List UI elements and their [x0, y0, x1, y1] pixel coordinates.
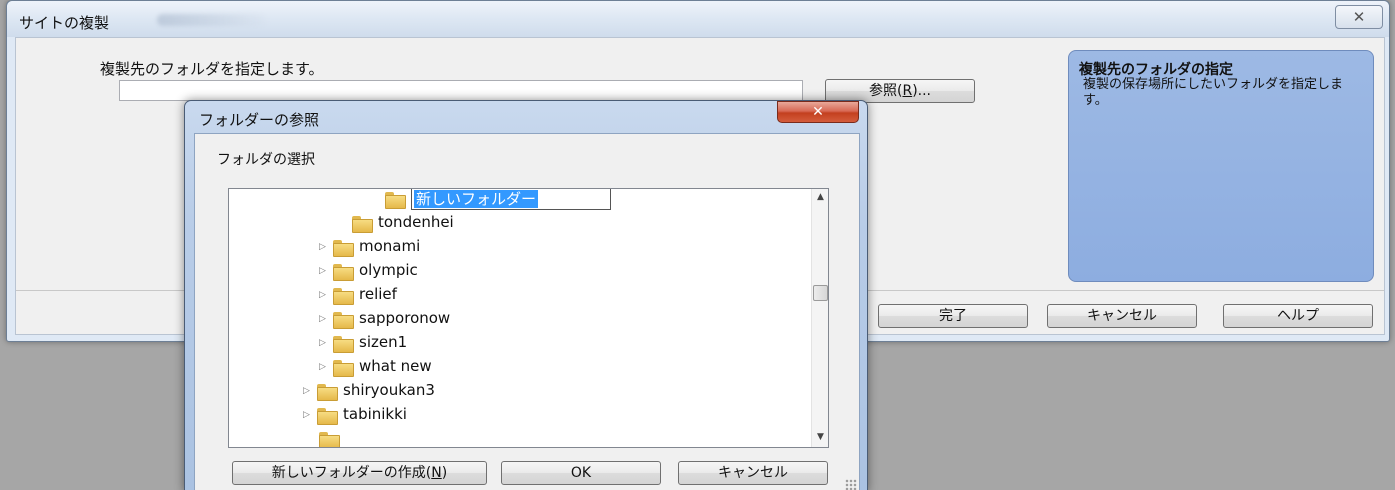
- tree-item-label: olympic: [359, 261, 418, 279]
- tree-item[interactable]: ▷ tabinikki: [303, 402, 407, 426]
- expand-arrow-icon[interactable]: ▷: [319, 331, 333, 355]
- tree-item-new-folder[interactable]: 新しいフォルダー: [385, 189, 611, 210]
- finish-button[interactable]: 完了: [878, 304, 1028, 328]
- browse-button-access-key: R: [902, 83, 913, 99]
- help-panel-description: 複製の保存場所にしたいフォルダを指定します。: [1083, 77, 1344, 108]
- folder-icon: [317, 383, 338, 401]
- tree-item[interactable]: tondenhei: [352, 210, 454, 234]
- expand-arrow-icon[interactable]: ▷: [319, 283, 333, 307]
- tree-item-label: monami: [359, 237, 421, 255]
- tree-item-label: tondenhei: [378, 213, 454, 231]
- destination-path-input[interactable]: [119, 80, 803, 101]
- browse-dialog-title: フォルダーの参照: [199, 111, 320, 129]
- tree-item[interactable]: ▷ sapporonow: [319, 306, 450, 330]
- new-folder-access-key: N: [431, 465, 442, 481]
- browse-button-label-end: )...: [912, 83, 931, 99]
- close-icon: ✕: [1352, 8, 1366, 26]
- browse-close-button[interactable]: ✕: [777, 101, 859, 123]
- tree-item[interactable]: ▷ olympic: [319, 258, 418, 282]
- folder-icon: [319, 431, 340, 447]
- browse-folder-dialog: フォルダーの参照 ✕ フォルダの選択 新しいフォルダー tondenhei ▷ m…: [184, 100, 868, 490]
- folder-icon: [333, 263, 354, 281]
- rename-input[interactable]: 新しいフォルダー: [411, 189, 611, 210]
- folder-icon: [333, 335, 354, 353]
- help-button[interactable]: ヘルプ: [1223, 304, 1373, 328]
- tree-item-partial[interactable]: [319, 426, 345, 447]
- tree-item[interactable]: ▷ shiryoukan3: [303, 378, 435, 402]
- tree-item-label: shiryoukan3: [343, 381, 435, 399]
- tree-item-label: relief: [359, 285, 397, 303]
- scroll-up-arrow-icon[interactable]: ▲: [812, 189, 828, 206]
- expand-arrow-icon[interactable]: ▷: [303, 379, 317, 403]
- close-icon: ✕: [812, 104, 824, 120]
- new-folder-button-label-end: ): [441, 465, 448, 481]
- folder-icon: [333, 359, 354, 377]
- tree-item-label: tabinikki: [343, 405, 407, 423]
- close-button[interactable]: ✕: [1335, 5, 1383, 29]
- tree-item-label: sizen1: [359, 333, 408, 351]
- ok-button[interactable]: OK: [501, 461, 661, 485]
- folder-icon: [333, 239, 354, 257]
- folder-icon: [385, 191, 406, 209]
- tree-scrollbar[interactable]: ▲ ▼: [811, 189, 828, 447]
- folder-icon: [333, 311, 354, 329]
- expand-arrow-icon[interactable]: ▷: [319, 307, 333, 331]
- title-blur-decoration: [157, 14, 267, 26]
- browse-cancel-button[interactable]: キャンセル: [678, 461, 828, 485]
- folder-icon: [333, 287, 354, 305]
- browse-dialog-client: フォルダの選択 新しいフォルダー tondenhei ▷ monami ▷ olym…: [194, 133, 860, 490]
- expand-arrow-icon[interactable]: ▷: [303, 403, 317, 427]
- rename-selected-text: 新しいフォルダー: [414, 189, 539, 208]
- tree-item[interactable]: ▷ sizen1: [319, 330, 407, 354]
- browse-button-label-start: 参照(: [868, 83, 903, 99]
- tree-item-label: what new: [359, 357, 432, 375]
- tree-item[interactable]: ▷ monami: [319, 234, 420, 258]
- help-panel: 複製先のフォルダの指定 複製の保存場所にしたいフォルダを指定します。: [1068, 50, 1374, 282]
- folder-tree[interactable]: 新しいフォルダー tondenhei ▷ monami ▷ olympic ▷ rel…: [228, 188, 829, 448]
- folder-icon: [352, 215, 373, 233]
- folder-icon: [317, 407, 338, 425]
- title-bar[interactable]: サイトの複製 ✕: [7, 1, 1389, 37]
- new-folder-button-label-start: 新しいフォルダーの作成(: [271, 465, 432, 481]
- new-folder-button[interactable]: 新しいフォルダーの作成(N): [232, 461, 487, 485]
- expand-arrow-icon[interactable]: ▷: [319, 259, 333, 283]
- window-title: サイトの複製: [19, 14, 110, 32]
- destination-prompt-label: 複製先のフォルダを指定します。: [100, 60, 324, 78]
- tree-item-label: sapporonow: [359, 309, 451, 327]
- folder-select-label: フォルダの選択: [217, 152, 315, 168]
- expand-arrow-icon[interactable]: ▷: [319, 355, 333, 379]
- resize-grip-icon[interactable]: [845, 479, 857, 490]
- tree-item[interactable]: ▷ what new: [319, 354, 432, 378]
- expand-arrow-icon[interactable]: ▷: [319, 235, 333, 259]
- help-panel-title: 複製先のフォルダの指定: [1079, 62, 1233, 78]
- scroll-down-arrow-icon[interactable]: ▼: [812, 429, 828, 446]
- scroll-thumb[interactable]: [813, 285, 828, 301]
- cancel-button[interactable]: キャンセル: [1047, 304, 1197, 328]
- tree-item[interactable]: ▷ relief: [319, 282, 397, 306]
